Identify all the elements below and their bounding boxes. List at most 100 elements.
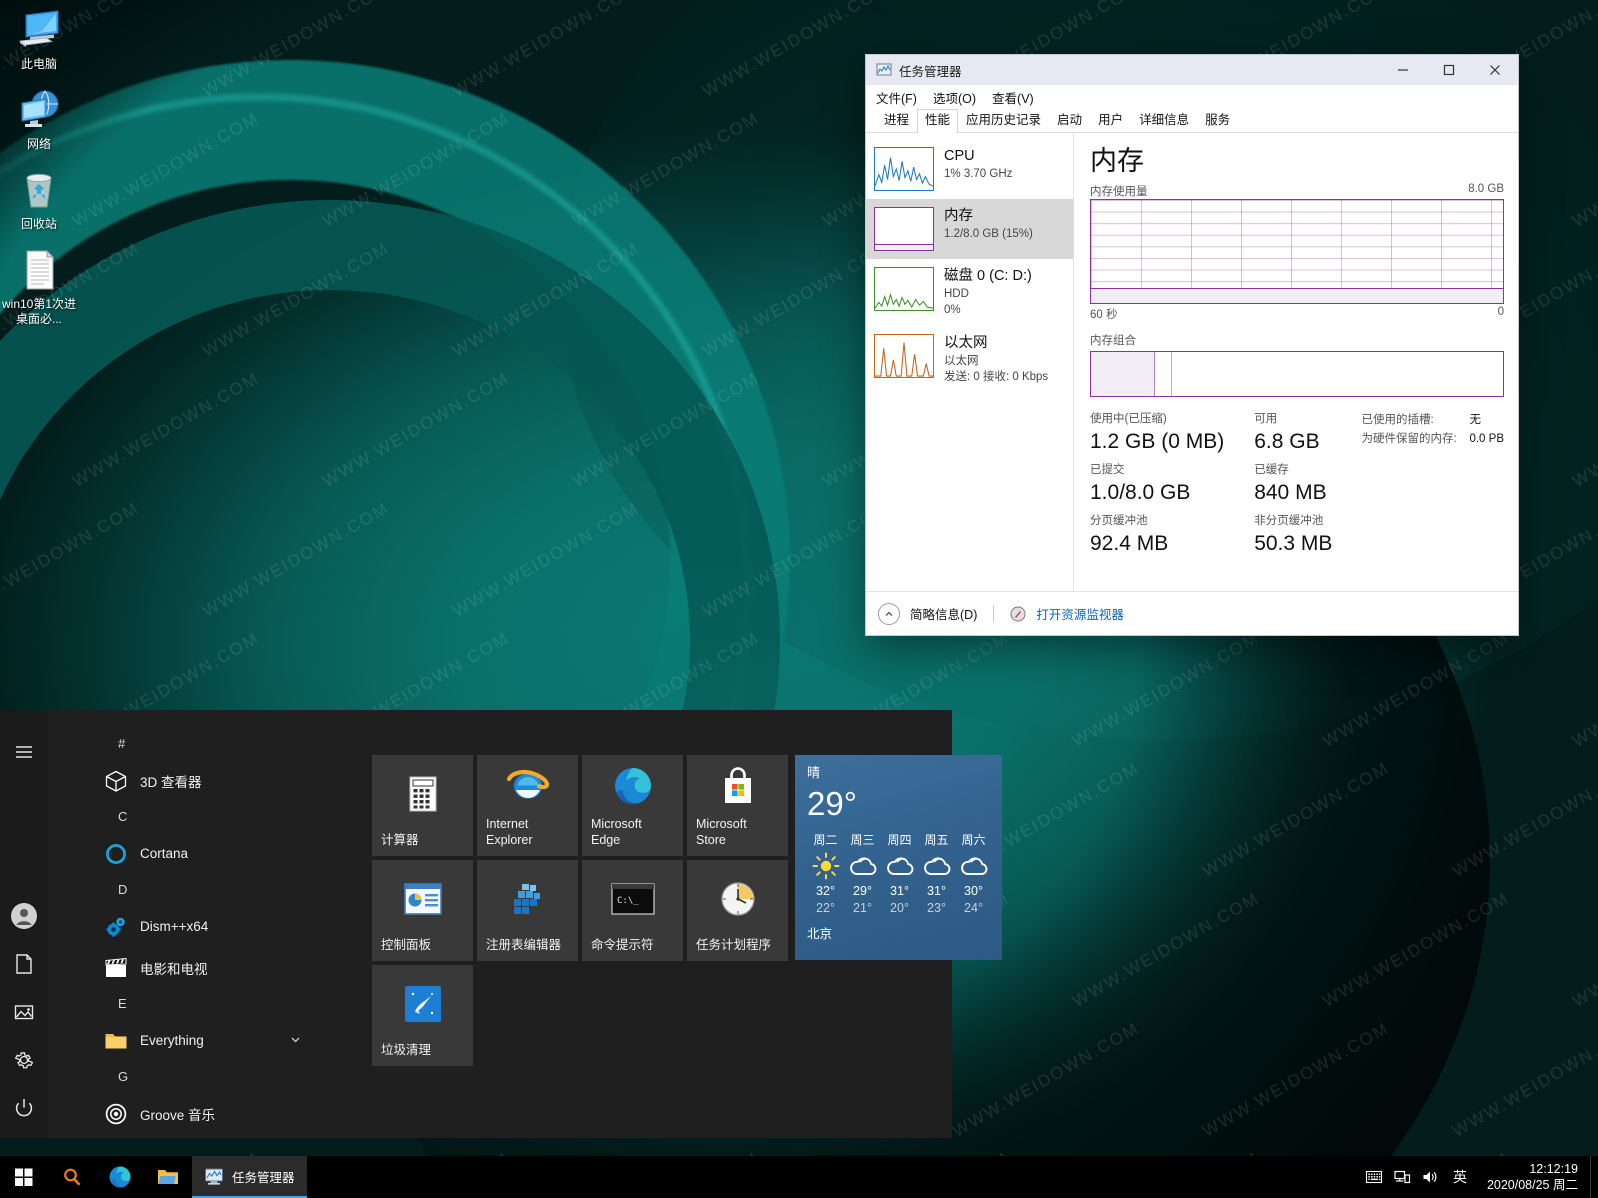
file-explorer-icon[interactable] bbox=[144, 1156, 192, 1198]
groove-icon bbox=[104, 1102, 128, 1126]
maximize-button[interactable] bbox=[1426, 55, 1472, 85]
menu-file[interactable]: 文件(F) bbox=[876, 88, 917, 107]
tab-2[interactable]: 应用历史记录 bbox=[958, 109, 1049, 132]
network-tray-icon[interactable] bbox=[1389, 1156, 1415, 1198]
minimize-button[interactable] bbox=[1380, 55, 1426, 85]
power-icon[interactable] bbox=[0, 1084, 48, 1132]
side-info: 已使用的插槽: 无为硬件保留的内存: 0.0 PB bbox=[1341, 411, 1504, 558]
tile-7[interactable]: 任务计划程序 bbox=[687, 860, 788, 961]
stat-value: 1.2 GB (0 MB) bbox=[1090, 430, 1225, 453]
pictures-icon[interactable] bbox=[0, 988, 48, 1036]
tab-4[interactable]: 用户 bbox=[1090, 109, 1131, 132]
taskbar-edge-icon[interactable] bbox=[96, 1156, 144, 1198]
ie-icon bbox=[477, 755, 578, 816]
weather-low: 23° bbox=[927, 901, 946, 915]
cmd-icon: C:\_ bbox=[582, 860, 683, 937]
weather-forecast-row: 周二 32° 22° 周三 29° 21° 周四 31° 20° 周五 31° 23° 周六 30° 24° bbox=[807, 831, 992, 916]
desktop-icon-this-pc[interactable]: 此电脑 bbox=[0, 6, 78, 72]
tile-8[interactable]: 垃圾清理 bbox=[372, 965, 473, 1066]
start-app-item[interactable]: Cortana bbox=[48, 833, 310, 874]
weather-day-name: 周四 bbox=[887, 833, 912, 847]
stat-0: 使用中(已压缩) 1.2 GB (0 MB) bbox=[1090, 411, 1224, 456]
stat-label: 已缓存 bbox=[1254, 464, 1289, 476]
user-avatar-icon[interactable] bbox=[0, 892, 48, 940]
tab-0[interactable]: 进程 bbox=[876, 109, 917, 132]
axis-left-label: 60 秒 bbox=[1090, 309, 1118, 321]
system-tray: 英 bbox=[1361, 1156, 1479, 1198]
tile-5[interactable]: 注册表编辑器 bbox=[477, 860, 578, 961]
tab-3[interactable]: 启动 bbox=[1049, 109, 1090, 132]
start-app-item[interactable]: 3D 查看器 bbox=[48, 760, 310, 801]
document-icon[interactable] bbox=[0, 940, 48, 988]
start-app-item[interactable]: 电影和电视 bbox=[48, 947, 310, 988]
start-app-label: Dism++x64 bbox=[140, 919, 209, 934]
task-manager-window[interactable]: 任务管理器 文件(F) 选项(O) 查看(V) 进程 性能 应用历史记录 启动 用户 详细… bbox=[866, 55, 1518, 635]
tile-3[interactable]: Microsoft Store bbox=[687, 755, 788, 856]
calculator-icon bbox=[372, 755, 473, 832]
gear-icon[interactable] bbox=[0, 1036, 48, 1084]
start-menu[interactable]: #3D 查看器 C Cortana D Dism++x64 电影和电视 E Everythin… bbox=[0, 710, 1002, 1138]
resource-item-2[interactable]: 磁盘 0 (C: D:) HDD 0% bbox=[866, 259, 1073, 326]
tile-0[interactable]: 计算器 bbox=[372, 755, 473, 856]
resource-text: 以太网 以太网 发送: 0 接收: 0 Kbps bbox=[944, 334, 1048, 385]
tile-weather[interactable]: 晴 29° 周二 32° 22° 周三 29° 21° 周四 31° 20° 周五 31° 23° 周六… bbox=[795, 755, 1002, 960]
app-letter-heading[interactable]: E bbox=[48, 988, 310, 1020]
stat-value: 92.4 MB bbox=[1090, 532, 1169, 555]
resource-item-1[interactable]: 内存 1.2/8.0 GB (15%) bbox=[866, 199, 1073, 259]
tab-1[interactable]: 性能 bbox=[917, 109, 959, 133]
weather-day-0: 周二 32° 22° bbox=[807, 831, 844, 916]
tile-4[interactable]: 控制面板 bbox=[372, 860, 473, 961]
open-resource-monitor-link[interactable]: 打开资源监视器 bbox=[1036, 604, 1124, 623]
task-manager-body: CPU 1% 3.70 GHz 内存 1.2/8.0 GB (15%) 磁盘 0 (C:… bbox=[866, 133, 1518, 591]
task-scheduler-icon bbox=[687, 860, 788, 937]
tab-5[interactable]: 详细信息 bbox=[1131, 109, 1197, 132]
start-app-item[interactable]: Everything bbox=[48, 1020, 310, 1061]
resource-item-0[interactable]: CPU 1% 3.70 GHz bbox=[866, 139, 1073, 199]
tile-2[interactable]: Microsoft Edge bbox=[582, 755, 683, 856]
desktop-icon-recycle-bin[interactable]: 回收站 bbox=[0, 166, 78, 232]
resource-name: CPU bbox=[944, 148, 975, 164]
ime-indicator[interactable]: 英 bbox=[1445, 1156, 1475, 1198]
start-app-item[interactable]: Dism++x64 bbox=[48, 906, 310, 947]
menu-view[interactable]: 查看(V) bbox=[992, 88, 1034, 107]
tab-6[interactable]: 服务 bbox=[1197, 109, 1238, 132]
tile-6[interactable]: C:\_ 命令提示符 bbox=[582, 860, 683, 961]
chevron-up-icon[interactable] bbox=[878, 602, 900, 625]
screen: WWW.WEIDOWN.COMWWW.WEIDOWN.COMWWW.WEIDOW… bbox=[0, 0, 1598, 1198]
clock[interactable]: 12:12:19 2020/08/25 周二 bbox=[1479, 1156, 1590, 1198]
side-info-1: 为硬件保留的内存: 0.0 PB bbox=[1361, 430, 1504, 449]
desktop-icon-text-file[interactable]: win10第1次进桌面必... bbox=[0, 246, 78, 327]
status-divider bbox=[993, 605, 995, 622]
app-letter-heading[interactable]: C bbox=[48, 801, 310, 833]
start-button[interactable] bbox=[0, 1156, 48, 1198]
title-bar[interactable]: 任务管理器 bbox=[866, 55, 1518, 85]
app-letter-heading[interactable]: H bbox=[48, 1134, 310, 1138]
resource-text: 磁盘 0 (C: D:) HDD 0% bbox=[944, 267, 1032, 318]
resource-item-3[interactable]: 以太网 以太网 发送: 0 接收: 0 Kbps bbox=[866, 326, 1073, 393]
menu-options[interactable]: 选项(O) bbox=[933, 88, 976, 107]
show-desktop-button[interactable] bbox=[1590, 1156, 1598, 1198]
chevron-down-icon[interactable] bbox=[289, 1033, 302, 1049]
weather-low: 21° bbox=[853, 901, 872, 915]
all-apps-list[interactable]: #3D 查看器 C Cortana D Dism++x64 电影和电视 E Everythin… bbox=[48, 710, 310, 1138]
control-panel-icon bbox=[372, 860, 473, 937]
fewer-details-button[interactable]: 简略信息(D) bbox=[910, 604, 977, 623]
volume-icon[interactable] bbox=[1417, 1156, 1443, 1198]
taskbar-item-task-manager[interactable]: 任务管理器 bbox=[192, 1156, 307, 1198]
start-app-label: Cortana bbox=[140, 846, 189, 861]
close-button[interactable] bbox=[1472, 55, 1518, 85]
keyboard-icon[interactable] bbox=[1361, 1156, 1387, 1198]
window-controls bbox=[1380, 55, 1518, 85]
tile-1[interactable]: Internet Explorer bbox=[477, 755, 578, 856]
hamburger-icon[interactable] bbox=[0, 728, 48, 776]
app-letter-heading[interactable]: D bbox=[48, 874, 310, 906]
resource-sub-2: 0% bbox=[944, 304, 961, 316]
desktop-icon-network[interactable]: 网络 bbox=[0, 86, 78, 152]
app-letter-heading[interactable]: G bbox=[48, 1061, 310, 1093]
stat-label: 已提交 bbox=[1090, 464, 1125, 476]
start-app-item[interactable]: Groove 音乐 bbox=[48, 1093, 310, 1134]
tile-label: 计算器 bbox=[381, 833, 419, 847]
app-letter-heading[interactable]: # bbox=[48, 728, 310, 760]
cloud-icon bbox=[918, 849, 955, 883]
search-icon[interactable] bbox=[48, 1156, 96, 1198]
